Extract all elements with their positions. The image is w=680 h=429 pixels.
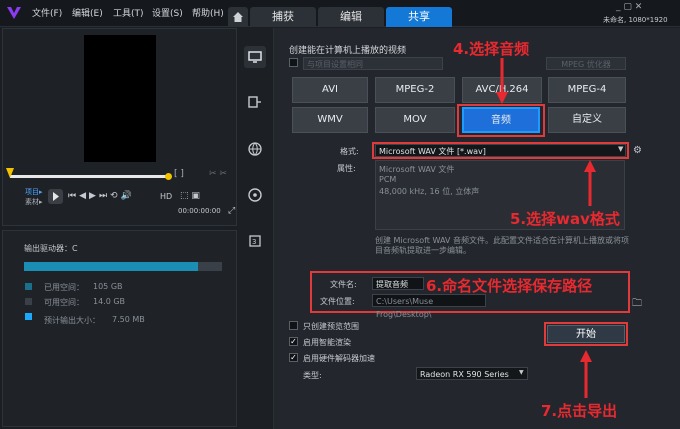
tab-edit[interactable]: 编辑 [318,7,384,27]
properties-label: 属性: [337,164,356,173]
used-space-label: 已用空间： [44,283,84,292]
type-dropdown-arrow-icon[interactable]: ▼ [519,369,524,376]
estimated-size-value: 7.50 MB [112,315,145,324]
split-clip-icon[interactable]: ✂ ✂ [209,169,227,179]
video-preview [84,35,156,162]
format-settings-gear-icon[interactable]: ⚙ [633,145,642,156]
format-avi-button[interactable]: AVI [292,77,368,103]
filename-label: 文件名: [330,280,357,289]
free-swatch [25,298,32,305]
scrub-handle-right[interactable] [165,173,172,180]
home-icon[interactable] [228,7,248,27]
drive-usage-fill [24,262,199,271]
hw-decoder-checkbox[interactable]: ✓ [289,353,298,362]
audio-highlight-box [457,104,545,137]
annotation-arrow-5 [584,160,596,206]
svg-text:3: 3 [252,238,256,246]
scrub-bar[interactable] [10,175,170,178]
play-button[interactable] [48,189,63,204]
menu-edit[interactable]: 编辑(E) [72,6,103,19]
estimated-size-label: 预计输出大小： [44,316,100,325]
type-label: 类型: [303,371,322,380]
annotation-step6: 6.命名文件选择保存路径 [426,277,593,295]
device-icon[interactable] [247,94,263,110]
annotation-arrow-7 [580,350,592,398]
free-space-value: 14.0 GB [93,297,126,306]
computer-icon[interactable] [244,46,266,68]
format-mpeg4-button[interactable]: MPEG-4 [548,77,626,103]
format-custom-button[interactable]: 自定义 [548,107,626,133]
format-wmv-button[interactable]: WMV [292,107,368,133]
format-dropdown-arrow-icon[interactable]: ▼ [618,145,623,153]
mark-in-out-icon[interactable]: [ ] [174,169,184,179]
match-project-checkbox[interactable] [289,58,298,67]
properties-line-1: Microsoft WAV 文件 [379,165,455,174]
type-select[interactable]: Radeon RX 590 Series [416,367,528,380]
preview-range-checkbox[interactable] [289,321,298,330]
share-header: 创建能在计算机上播放的视频 [289,46,407,56]
free-space-label: 可用空间： [44,298,84,307]
drive-usage-bar [24,262,222,271]
screen-size-icon[interactable]: ⬚ ▣ [180,191,200,201]
3d-icon[interactable]: 3 [247,233,263,249]
filename-input[interactable]: 提取音频 [372,277,424,290]
format-select[interactable]: Microsoft WAV 文件 [*.wav] [375,144,626,157]
menu-file[interactable]: 文件(F) [32,6,62,19]
transport-controls[interactable]: ⏮◀▶⏭⟲🔊 [68,191,135,201]
properties-line-2: PCM [379,175,397,184]
browse-folder-icon[interactable]: 🗀 [632,296,642,313]
smart-render-label: 启用智能渲染 [303,338,351,347]
annotation-step5: 5.选择wav格式 [510,210,620,228]
menu-bar: 文件(F) 编辑(E) 工具(T) 设置(S) 帮助(H) 捕获 编辑 共享 _… [0,0,680,27]
profile-description: 创建 Microsoft WAV 音频文件。此配置文件适合在计算机上播放或将项目… [375,236,629,255]
menu-tools[interactable]: 工具(T) [113,6,144,19]
preview-range-label: 只创建预览范围 [303,322,359,331]
tab-capture[interactable]: 捕获 [250,7,316,27]
annotation-step7: 7.点击导出 [541,402,618,420]
clip-toggle[interactable]: 素材▸ [25,197,43,207]
hd-toggle[interactable]: HD [160,192,172,201]
menu-help[interactable]: 帮助(H) [192,6,224,19]
format-mov-button[interactable]: MOV [375,107,455,133]
timecode[interactable]: 00:00:00:00 [178,207,221,215]
properties-line-3: 48,000 kHz, 16 位, 立体声 [379,187,480,196]
hw-decoder-label: 启用硬件解码器加速 [303,354,375,363]
fullscreen-icon[interactable]: ⤢ [228,206,235,216]
tab-share[interactable]: 共享 [386,7,452,27]
output-drive-label: 输出驱动器：C [24,244,78,253]
project-info: 未命名, 1080*1920 [603,16,668,24]
window-controls[interactable]: _ ▢ ✕ [616,2,642,12]
web-icon[interactable] [247,141,263,157]
mpeg-optimizer-button[interactable]: MPEG 优化器 [546,57,626,70]
drive-panel [2,230,237,427]
start-button[interactable]: 开始 [547,325,625,343]
format-label: 格式: [340,147,359,156]
menu-settings[interactable]: 设置(S) [152,6,183,19]
smart-render-checkbox[interactable]: ✓ [289,337,298,346]
estimate-swatch [25,313,32,320]
share-category-sidebar [238,28,274,429]
used-swatch [25,283,32,290]
annotation-arrow-4 [496,58,508,104]
file-location-label: 文件位置: [320,297,355,306]
project-clip-toggle[interactable]: 项目▸ [25,187,43,197]
app-logo [6,5,22,21]
profile-dropdown[interactable]: 与项目设置相同 [303,57,443,70]
used-space-value: 105 GB [93,282,123,291]
annotation-step4: 4.选择音频 [453,40,530,58]
disc-icon[interactable] [247,187,263,203]
format-mpeg2-button[interactable]: MPEG-2 [375,77,455,103]
